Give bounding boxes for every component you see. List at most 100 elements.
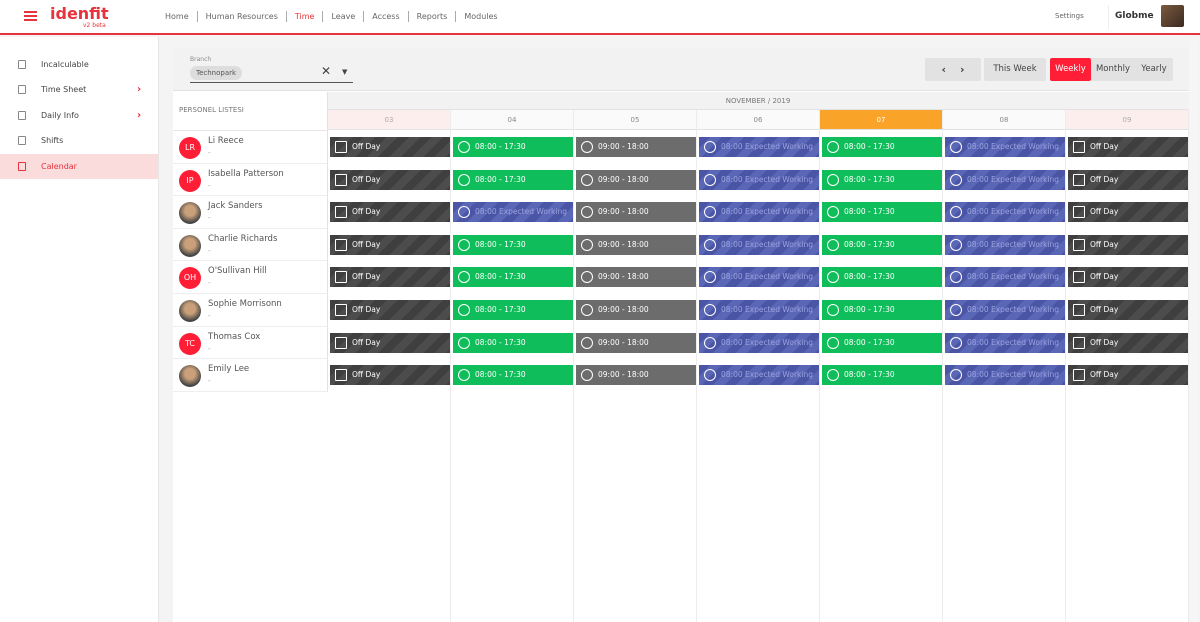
nav-time[interactable]: Time [285,11,323,22]
sidebar-item-shifts[interactable]: Shifts [0,128,158,153]
shift-cell-off[interactable]: Off Day [330,234,450,255]
personnel-name[interactable]: Li Reece [208,136,244,146]
personnel-name[interactable]: Thomas Cox [208,332,260,342]
shift-cell-blue[interactable]: 08:00 Expected Working [945,202,1065,223]
sidebar-item-daily-info[interactable]: Daily Info › [0,103,158,128]
shift-cell-gray[interactable]: 09:00 - 18:00 [576,234,696,255]
shift-cell-blue[interactable]: 08:00 Expected Working [699,300,819,320]
nav-home[interactable]: Home [157,11,197,22]
nav-leave[interactable]: Leave [322,11,363,22]
shift-cell-gray[interactable]: 09:00 - 18:00 [576,267,696,288]
this-week-button[interactable]: This Week [984,58,1046,81]
shift-cell-blue[interactable]: 08:00 Expected Working [699,202,819,223]
shift-cell-blue[interactable]: 08:00 Expected Working [699,332,819,353]
shift-cell-green[interactable]: 08:00 - 17:30 [453,267,573,288]
shift-cell-gray[interactable]: 09:00 - 18:00 [576,300,696,320]
shift-cell-off[interactable]: Off Day [1068,267,1188,288]
shift-cell-off[interactable]: Off Day [1068,137,1188,157]
shift-cell-blue[interactable]: 08:00 Expected Working [699,137,819,157]
personnel-name[interactable]: Charlie Richards [208,234,277,244]
shift-cell-off[interactable]: Off Day [1068,332,1188,353]
shift-cell-off[interactable]: Off Day [1068,365,1188,386]
shift-cell-green[interactable]: 08:00 - 17:30 [822,300,942,320]
prev-icon[interactable]: ‹ [941,63,946,76]
nav-modules[interactable]: Modules [455,11,505,22]
personnel-row[interactable]: Charlie Richards - [173,228,328,262]
shift-cell-green[interactable]: 08:00 - 17:30 [453,137,573,157]
shift-cell-blue[interactable]: 08:00 Expected Working [945,267,1065,288]
shift-cell-gray[interactable]: 09:00 - 18:00 [576,169,696,190]
shift-cell-gray[interactable]: 09:00 - 18:00 [576,202,696,223]
shift-cell-blue[interactable]: 08:00 Expected Working [945,169,1065,190]
shift-cell-blue[interactable]: 08:00 Expected Working [699,169,819,190]
personnel-name[interactable]: O'Sullivan Hill [208,266,267,276]
shift-cell-blue[interactable]: 08:00 Expected Working [699,267,819,288]
day-header[interactable]: 09 [1066,110,1188,130]
nav-access[interactable]: Access [363,11,407,22]
settings-link[interactable]: Settings [1055,12,1084,20]
shift-cell-gray[interactable]: 09:00 - 18:00 [576,365,696,386]
shift-cell-off[interactable]: Off Day [1068,169,1188,190]
weekly-button[interactable]: Weekly [1050,58,1091,81]
personnel-row[interactable]: TC Thomas Cox - [173,326,328,360]
shift-cell-off[interactable]: Off Day [330,169,450,190]
nav-human-resources[interactable]: Human Resources [196,11,286,22]
shift-cell-green[interactable]: 08:00 - 17:30 [822,332,942,353]
shift-cell-blue[interactable]: 08:00 Expected Working [945,300,1065,320]
shift-cell-green[interactable]: 08:00 - 17:30 [453,169,573,190]
shift-cell-blue[interactable]: 08:00 Expected Working [945,332,1065,353]
shift-cell-green[interactable]: 08:00 - 17:30 [453,300,573,320]
user-name[interactable]: Globme [1108,5,1154,29]
shift-cell-off[interactable]: Off Day [330,267,450,288]
personnel-row[interactable]: LR Li Reece - [173,131,328,164]
personnel-row[interactable]: Sophie Morrisonn - [173,294,328,327]
shift-cell-off[interactable]: Off Day [330,202,450,223]
shift-cell-off[interactable]: Off Day [330,365,450,386]
shift-cell-green[interactable]: 08:00 - 17:30 [453,365,573,386]
nav-reports[interactable]: Reports [407,11,456,22]
logo[interactable]: idenfit [50,4,109,23]
branch-chip[interactable]: Technopark [190,66,243,80]
personnel-row[interactable]: IP Isabella Patterson - [173,163,328,197]
day-header[interactable]: 08 [943,110,1065,130]
shift-cell-off[interactable]: Off Day [1068,300,1188,320]
personnel-name[interactable]: Emily Lee [208,364,249,374]
menu-icon[interactable] [24,11,37,21]
next-icon[interactable]: › [960,63,965,76]
day-header[interactable]: 04 [451,110,573,130]
dropdown-arrow-icon[interactable]: ▼ [342,68,347,76]
shift-cell-green[interactable]: 08:00 - 17:30 [822,169,942,190]
personnel-row[interactable]: Emily Lee - [173,359,328,392]
shift-cell-green[interactable]: 08:00 - 17:30 [453,234,573,255]
shift-cell-blue[interactable]: 08:00 Expected Working [945,137,1065,157]
shift-cell-green[interactable]: 08:00 - 17:30 [822,202,942,223]
shift-cell-gray[interactable]: 09:00 - 18:00 [576,332,696,353]
shift-cell-blue[interactable]: 08:00 Expected Working [945,234,1065,255]
clear-icon[interactable]: ✕ [321,64,331,78]
user-avatar[interactable] [1161,5,1184,27]
sidebar-item-calendar[interactable]: Calendar [0,154,158,179]
shift-cell-off[interactable]: Off Day [330,300,450,320]
shift-cell-off[interactable]: Off Day [1068,202,1188,223]
scrollbar[interactable] [1190,37,1198,622]
sidebar-item-incalculable[interactable]: Incalculable [0,52,158,77]
personnel-name[interactable]: Jack Sanders [208,201,263,211]
shift-cell-green[interactable]: 08:00 - 17:30 [822,137,942,157]
day-header[interactable]: 06 [697,110,819,130]
shift-cell-green[interactable]: 08:00 - 17:30 [453,332,573,353]
day-header[interactable]: 05 [574,110,696,130]
shift-cell-blue[interactable]: 08:00 Expected Working [945,365,1065,386]
shift-cell-green[interactable]: 08:00 - 17:30 [822,234,942,255]
shift-cell-blue[interactable]: 08:00 Expected Working [699,365,819,386]
shift-cell-off[interactable]: Off Day [1068,234,1188,255]
personnel-row[interactable]: OH O'Sullivan Hill - [173,261,328,294]
shift-cell-blue[interactable]: 08:00 Expected Working [453,202,573,223]
personnel-row[interactable]: Jack Sanders - [173,196,328,229]
day-header[interactable]: 07 [820,110,942,130]
yearly-button[interactable]: Yearly [1135,58,1173,81]
sidebar-item-time-sheet[interactable]: Time Sheet › [0,77,158,102]
personnel-name[interactable]: Isabella Patterson [208,169,284,179]
shift-cell-blue[interactable]: 08:00 Expected Working [699,234,819,255]
shift-cell-green[interactable]: 08:00 - 17:30 [822,267,942,288]
day-header[interactable]: 03 [328,110,450,130]
